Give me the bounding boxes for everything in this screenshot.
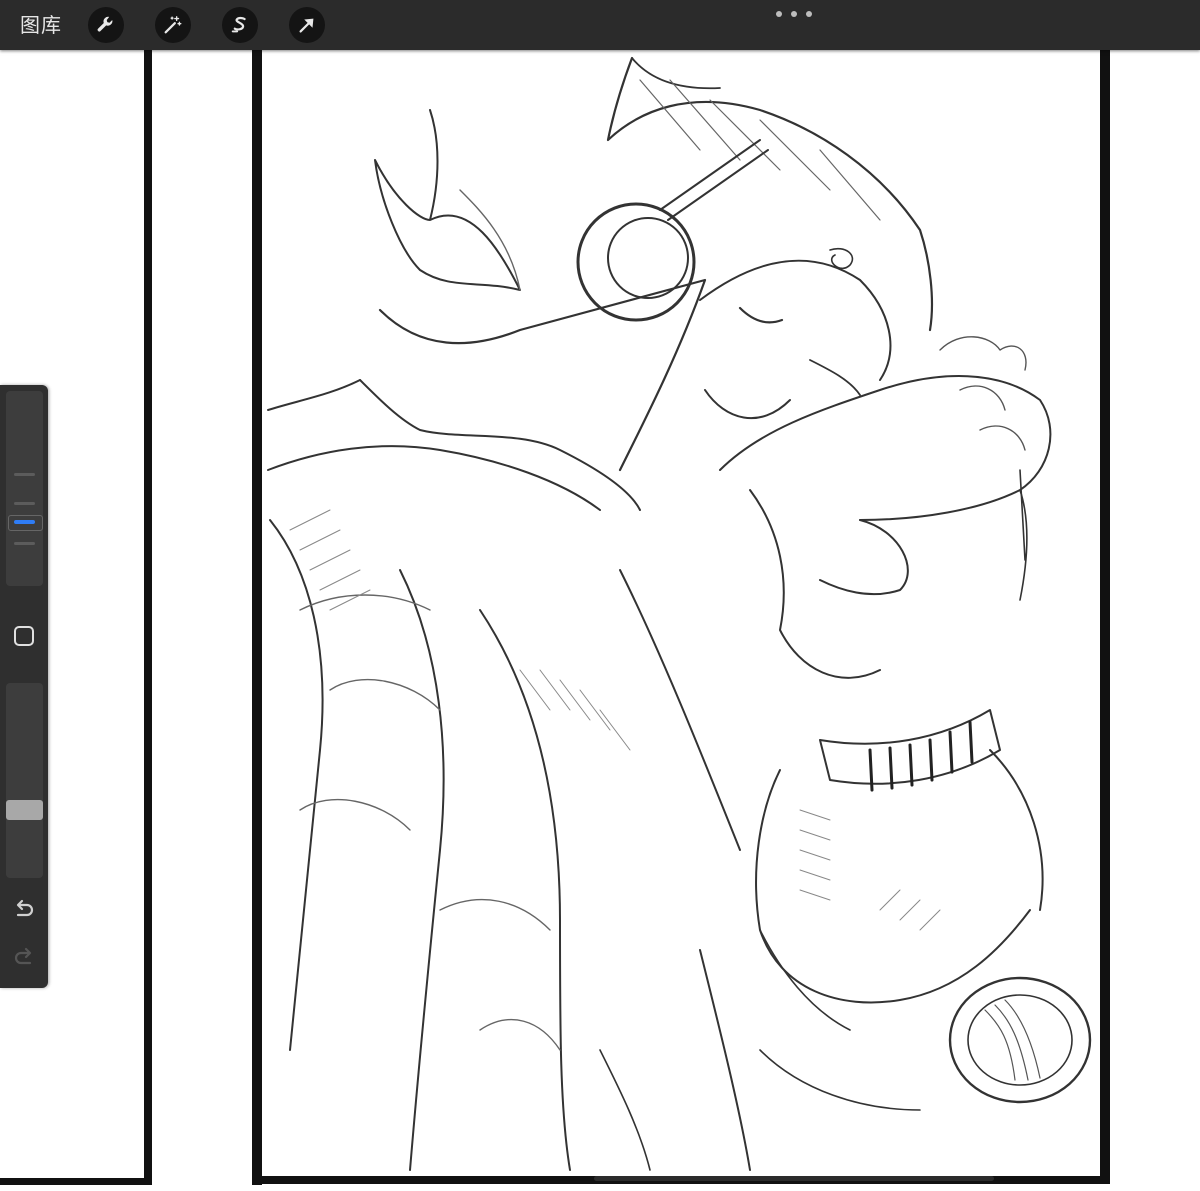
selection-s-icon <box>231 16 246 33</box>
top-toolbar: 图库 <box>0 0 1200 50</box>
adjustments-button[interactable] <box>155 7 191 43</box>
undo-icon <box>16 899 34 917</box>
slider-tick <box>14 542 35 545</box>
transform-button[interactable] <box>289 7 325 43</box>
sketch-illustration <box>267 56 1092 1171</box>
slider-tick <box>14 473 35 476</box>
selection-button[interactable] <box>222 7 258 43</box>
brush-size-thumb[interactable] <box>14 520 35 524</box>
ellipsis-dot <box>776 11 782 17</box>
opacity-slider[interactable] <box>6 683 43 878</box>
arrow-cursor-icon <box>299 18 314 33</box>
slider-tick <box>14 502 35 505</box>
ellipsis-dot <box>806 11 812 17</box>
home-indicator[interactable] <box>594 1176 994 1181</box>
opacity-thumb[interactable] <box>6 800 43 820</box>
redo-icon <box>14 947 32 965</box>
gallery-button[interactable]: 图库 <box>20 12 62 38</box>
redo-button[interactable] <box>11 945 37 971</box>
brush-sidebar <box>0 385 48 988</box>
wrench-icon <box>97 16 113 32</box>
square-icon <box>14 626 34 646</box>
magic-wand-icon <box>164 16 182 34</box>
ellipsis-dot <box>791 11 797 17</box>
modify-button[interactable] <box>13 625 35 647</box>
drawing-canvas[interactable] <box>0 50 1200 1191</box>
actions-button[interactable] <box>88 7 124 43</box>
brush-size-slider[interactable] <box>6 391 43 586</box>
more-options-button[interactable] <box>776 6 812 22</box>
undo-button[interactable] <box>11 897 37 923</box>
